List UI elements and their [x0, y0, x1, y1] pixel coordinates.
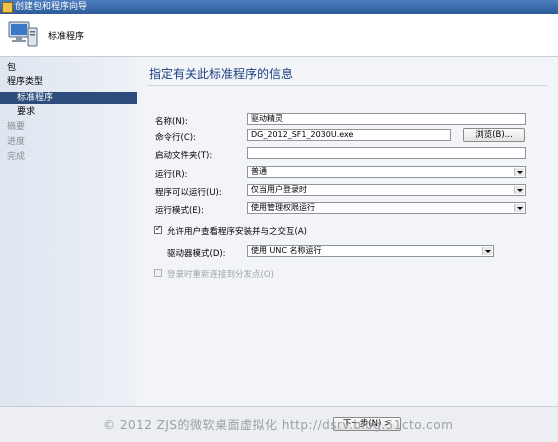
name-label: 名称(N): — [155, 117, 188, 127]
start-folder-label: 启动文件夹(T): — [155, 151, 213, 161]
run-mode-label: 运行模式(E): — [155, 206, 204, 216]
chevron-down-icon — [514, 168, 524, 176]
start-folder-input[interactable] — [247, 147, 526, 159]
page-heading: 指定有关此标准程序的信息 — [149, 67, 294, 81]
sidebar-item-program-type[interactable]: 程序类型 — [7, 76, 43, 88]
sidebar-item-progress: 进度 — [7, 137, 26, 147]
chevron-down-icon — [514, 204, 524, 212]
reconnect-checkbox — [154, 269, 162, 277]
reconnect-label: 登录时重新连接到分发点(O) — [167, 270, 274, 280]
heading-divider — [147, 85, 547, 86]
run-dropdown[interactable]: 普通 — [247, 166, 526, 178]
chevron-down-icon — [482, 247, 492, 255]
program-can-run-value: 仅当用户登录时 — [251, 185, 307, 194]
drive-mode-dropdown[interactable]: 使用 UNC 名称运行 — [247, 245, 494, 257]
computer-icon — [8, 21, 38, 47]
sidebar-item-standard-program[interactable]: 标准程序 — [0, 92, 137, 104]
drive-mode-label: 驱动器模式(D): — [167, 249, 226, 259]
drive-mode-value: 使用 UNC 名称运行 — [251, 246, 322, 255]
name-input[interactable]: 驱动精灵 — [247, 113, 526, 125]
allow-interact-checkbox[interactable] — [154, 224, 162, 234]
command-line-label: 命令行(C): — [155, 133, 196, 143]
run-label: 运行(R): — [155, 170, 188, 180]
program-can-run-dropdown[interactable]: 仅当用户登录时 — [247, 184, 526, 196]
sidebar-item-summary: 摘要 — [7, 122, 26, 132]
sidebar-item-package[interactable]: 包 — [7, 62, 16, 74]
run-value: 普通 — [251, 167, 267, 176]
wizard-content: 指定有关此标准程序的信息 名称(N): 驱动精灵 命令行(C): DG_2012… — [137, 57, 558, 406]
window-title-bar: 创建包和程序向导 — [0, 0, 558, 14]
header-title: 标准程序 — [48, 32, 85, 42]
window-title: 创建包和程序向导 — [15, 2, 88, 12]
program-can-run-label: 程序可以运行(U): — [155, 188, 222, 198]
watermark: © 2012 ZJS的微软桌面虚拟化 http://dsrv.blog.51ct… — [103, 418, 454, 432]
wizard-sidebar: 包 程序类型 标准程序 要求 摘要 进度 完成 — [0, 57, 137, 406]
wizard-icon — [2, 2, 13, 13]
command-line-input[interactable]: DG_2012_SF1_2030U.exe — [247, 129, 451, 141]
chevron-down-icon — [514, 186, 524, 194]
allow-interact-label: 允许用户查看程序安装并与之交互(A) — [167, 227, 307, 237]
run-mode-dropdown[interactable]: 使用管理权限运行 — [247, 202, 526, 214]
sidebar-item-requirements[interactable]: 要求 — [17, 106, 35, 118]
wizard-header: 标准程序 — [0, 14, 558, 57]
run-mode-value: 使用管理权限运行 — [251, 203, 315, 212]
sidebar-item-completion: 完成 — [7, 152, 26, 162]
browse-button[interactable]: 浏览(B)... — [463, 128, 525, 142]
